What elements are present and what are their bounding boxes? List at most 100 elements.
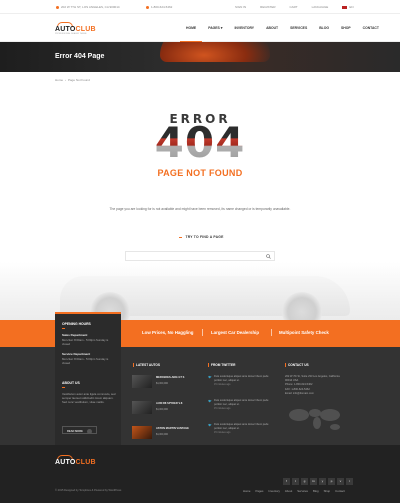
read-more-label: READ MORE — [67, 430, 83, 434]
auto-item[interactable]: ASTON MARTIN VANTAGE $1,000,000 — [132, 426, 202, 440]
language-label: LANGUAGE — [311, 5, 329, 9]
bottom-footer: AUTOCLUB © 2015 Designed by Templines & … — [0, 445, 400, 503]
nav-pages[interactable]: PAGES ▾ — [202, 14, 228, 42]
hours-title: OPENING HOURS — [62, 322, 91, 326]
auto-item[interactable]: MERCEDES-AMG GT S $1,000,000 — [132, 375, 202, 389]
breadcrumb-separator: › — [65, 78, 67, 82]
site-header: AUTOCLUB PROFESSIONAL DEALER THEME HOME … — [0, 14, 400, 42]
read-more-button[interactable]: READ MORE — [62, 426, 97, 434]
rss-icon[interactable]: r — [346, 478, 353, 485]
error-message: The page you are looking for is not avai… — [109, 207, 291, 211]
social-links: f t g in y p v r — [283, 478, 353, 485]
feature-1: Low Prices, No Haggling — [142, 330, 194, 335]
us-flag-icon — [342, 5, 348, 9]
top-bar: 202 W 7TH ST, LOS ANGELES, CA 900014 1-8… — [0, 0, 400, 14]
language-selector[interactable]: EN — [342, 5, 353, 9]
language-value: EN — [349, 5, 354, 9]
logo-text-a: AUTO — [55, 459, 76, 466]
sales-dept-hours: Mon-Sat: 8:00am - 5:00pm Sunday is close… — [62, 338, 109, 346]
auto-thumbnail — [132, 401, 152, 414]
twitter-icon: 🐦 — [208, 375, 212, 379]
tweet-time: 15 minutes ago — [214, 431, 231, 434]
nav-blog[interactable]: BLOG — [313, 14, 335, 42]
breadcrumb: Home › Page Not Found — [55, 78, 90, 82]
tweet-time: 15 minutes ago — [214, 383, 231, 386]
logo[interactable]: AUTOCLUB PROFESSIONAL DEALER THEME — [55, 22, 96, 36]
footer-nav: Home Pages Inventory About Services Blog… — [243, 489, 345, 493]
footer-nav-home[interactable]: Home — [243, 489, 250, 493]
nav-home[interactable]: HOME — [180, 14, 203, 42]
cart-link[interactable]: CART — [290, 5, 298, 9]
feature-separator — [271, 329, 272, 336]
auto-item[interactable]: AUDI R8 SPYDER V-8 $1,000,000 — [132, 401, 202, 415]
vimeo-icon[interactable]: v — [337, 478, 344, 485]
phone-icon — [146, 5, 149, 9]
youtube-icon[interactable]: y — [319, 478, 326, 485]
contact-title: CONTACT US — [285, 363, 309, 367]
divider — [62, 328, 65, 329]
nav-services[interactable]: SERVICES — [284, 14, 313, 42]
copyright: © 2015 Designed by Templines & Powered b… — [55, 489, 122, 492]
auto-name: AUDI R8 SPYDER V-8 — [156, 402, 183, 405]
footer-nav-services[interactable]: Services — [297, 489, 308, 493]
auto-thumbnail — [132, 375, 152, 388]
divider — [62, 387, 65, 388]
about-title: ABOUT US — [62, 381, 80, 385]
sales-dept-title: Sales Department — [62, 333, 88, 337]
nav-inventory[interactable]: INVENTORY — [228, 14, 260, 42]
tweet-text: Duis scelerisque aliquet ante donec libe… — [214, 423, 269, 430]
nav-about[interactable]: ABOUT — [260, 14, 284, 42]
twitter-icon: 🐦 — [208, 399, 212, 403]
twitter-icon[interactable]: t — [292, 478, 299, 485]
nav-shop[interactable]: SHOP — [335, 14, 357, 42]
main-nav: HOME PAGES ▾ INVENTORY ABOUT SERVICES BL… — [180, 14, 385, 42]
breadcrumb-home[interactable]: Home — [55, 78, 63, 82]
auto-name: MERCEDES-AMG GT S — [156, 376, 185, 379]
error-subtitle: PAGE NOT FOUND — [157, 168, 243, 178]
try-heading: TRY TO FIND A PAGE — [0, 235, 400, 239]
logo-text: AUTOCLUB — [55, 26, 96, 33]
sign-in-link[interactable]: SIGN IN — [235, 5, 246, 9]
linkedin-icon[interactable]: in — [310, 478, 317, 485]
error-code: 404 — [0, 122, 400, 164]
pinterest-icon[interactable]: p — [328, 478, 335, 485]
logo-text-a: AUTO — [55, 26, 76, 33]
footer-nav-shop[interactable]: Shop — [324, 489, 331, 493]
footer-nav-pages[interactable]: Pages — [255, 489, 263, 493]
address: 202 W 7TH ST, LOS ANGELES, CA 900014 — [56, 5, 120, 9]
search-icon[interactable] — [266, 254, 271, 259]
footer-nav-contact[interactable]: Contact — [335, 489, 345, 493]
footer-nav-blog[interactable]: Blog — [313, 489, 319, 493]
contact-info: 202 W 7th St, Suite 233 Los Angeles, Cal… — [285, 375, 345, 396]
about-text: Vestibulum autor ante ligula commodo, se… — [62, 392, 116, 404]
register-link[interactable]: REGISTER — [260, 5, 275, 9]
phone: 1-800-624-5462 — [146, 5, 172, 9]
latest-autos-title: LATEST AUTOS — [133, 363, 160, 367]
search-box — [125, 251, 275, 268]
chevron-down-icon: ▾ — [220, 26, 223, 30]
feature-3: Multipoint Safety Check — [279, 330, 329, 335]
breadcrumb-current: Page Not Found — [68, 78, 90, 82]
facebook-icon[interactable]: f — [283, 478, 290, 485]
page-title: Error 404 Page — [55, 53, 105, 60]
top-links: SIGN IN REGISTER CART LANGUAGE EN — [235, 5, 353, 9]
footer-nav-inventory[interactable]: Inventory — [268, 489, 280, 493]
tweet-time: 15 minutes ago — [214, 407, 231, 410]
feature-2: Largest Car Dealership — [211, 330, 260, 335]
contact-email[interactable]: Email: info@domain.com — [285, 392, 345, 396]
twitter-icon: 🐦 — [208, 423, 212, 427]
nav-contact[interactable]: CONTACT — [357, 14, 385, 42]
try-label: TRY TO FIND A PAGE — [185, 235, 224, 239]
logo-tagline: PROFESSIONAL DEALER THEME — [55, 33, 87, 35]
footer-logo[interactable]: AUTOCLUB — [55, 455, 96, 469]
footer-nav-about[interactable]: About — [285, 489, 292, 493]
logo-text: AUTOCLUB — [55, 459, 96, 466]
nav-pages-label: PAGES — [208, 26, 220, 30]
divider — [179, 236, 183, 238]
auto-price: $1,000,000 — [156, 433, 168, 436]
google-plus-icon[interactable]: g — [301, 478, 308, 485]
auto-price: $1,000,000 — [156, 382, 168, 385]
location-icon — [56, 5, 59, 9]
hero-car-image — [160, 42, 270, 62]
page-hero: Error 404 Page — [0, 42, 400, 72]
